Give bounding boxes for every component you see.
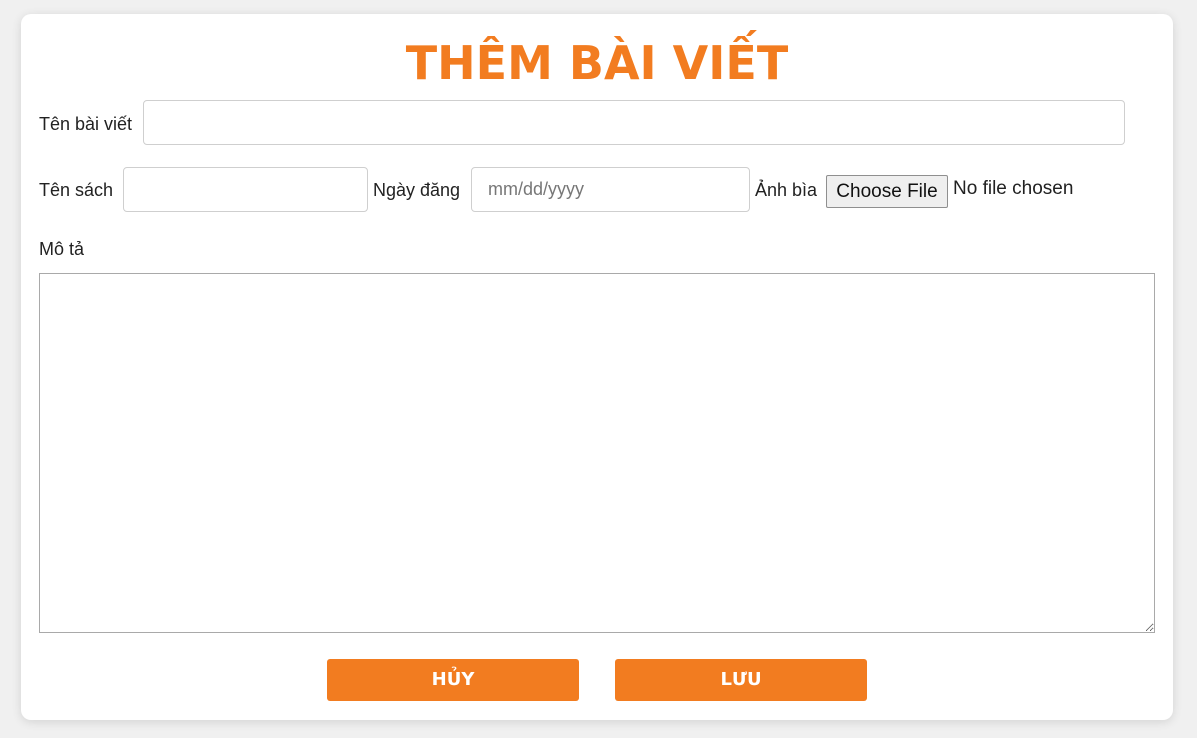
- form-card: THÊM BÀI VIẾT Tên bài viết Tên sách Ngày…: [21, 14, 1173, 720]
- post-name-label: Tên bài viết: [39, 114, 133, 134]
- save-button[interactable]: LƯU: [615, 659, 867, 701]
- choose-file-button[interactable]: Choose File: [826, 175, 948, 208]
- cover-label: Ảnh bìa: [755, 180, 818, 200]
- book-name-label: Tên sách: [39, 180, 114, 200]
- cancel-button[interactable]: HỦY: [327, 659, 579, 701]
- description-textarea[interactable]: [39, 273, 1155, 633]
- date-input[interactable]: [471, 167, 750, 212]
- date-label: Ngày đăng: [373, 180, 461, 200]
- file-status-text: No file chosen: [953, 178, 1074, 199]
- description-label: Mô tả: [39, 239, 85, 259]
- page-title: THÊM BÀI VIẾT: [405, 36, 789, 90]
- post-name-input[interactable]: [143, 100, 1125, 145]
- book-name-input[interactable]: [123, 167, 368, 212]
